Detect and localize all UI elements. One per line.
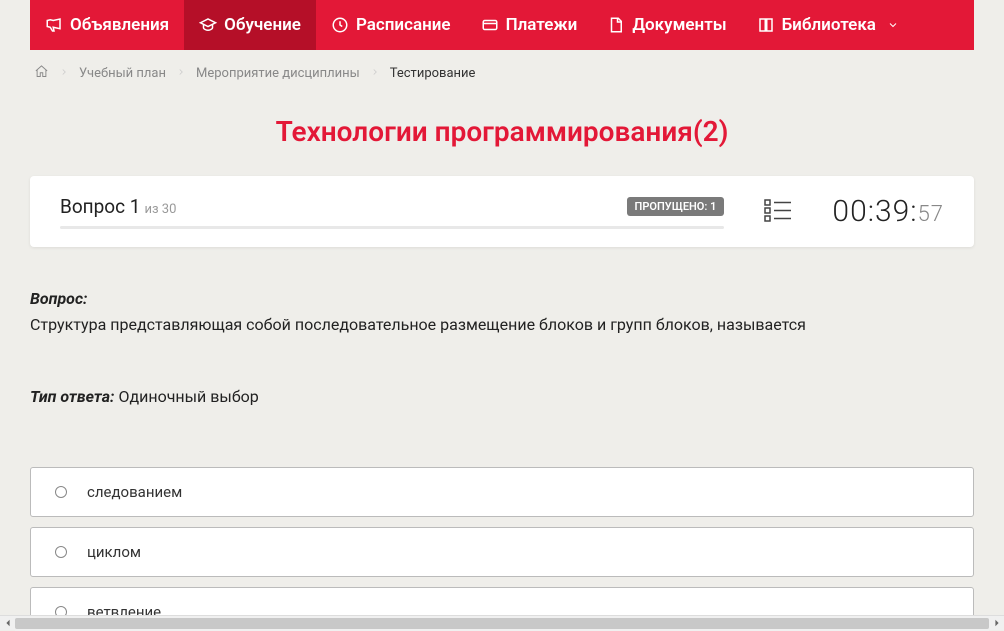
chevron-right-icon (370, 66, 380, 81)
nav-education[interactable]: Обучение (184, 0, 316, 50)
question-text: Структура представляющая собой последова… (30, 313, 974, 337)
chevron-right-icon (59, 66, 69, 81)
answer-option[interactable]: следованием (30, 467, 974, 517)
clock-icon (331, 16, 349, 34)
nav-label: Объявления (70, 15, 169, 35)
nav-payments[interactable]: Платежи (466, 0, 593, 50)
chevron-down-icon (887, 19, 899, 31)
answer-type-value: Одиночный выбор (114, 387, 258, 406)
question-list-button[interactable] (764, 198, 792, 226)
card-icon (481, 16, 499, 34)
main-nav: Объявления Обучение Расписание Платежи Д… (30, 0, 974, 50)
nav-label: Обучение (224, 15, 301, 35)
answer-text: ветвление (87, 603, 161, 615)
timer-main: 00:39: (832, 194, 917, 229)
megaphone-icon (45, 16, 63, 34)
grad-cap-icon (199, 16, 217, 34)
answer-list: следованием циклом ветвление (0, 409, 1004, 615)
nav-label: Платежи (506, 15, 578, 35)
question-label: Вопрос: (30, 289, 87, 308)
question-header-card: Вопрос 1 из 30 ПРОПУЩЕНО: 1 00:39:57 (30, 176, 974, 247)
nav-label: Расписание (356, 15, 451, 35)
page-title: Технологии программирования(2) (0, 97, 1004, 176)
doc-icon (607, 16, 625, 34)
answer-option[interactable]: циклом (30, 527, 974, 577)
progress-bar (60, 226, 724, 229)
question-body: Вопрос: Структура представляющая собой п… (0, 247, 1004, 409)
nav-documents[interactable]: Документы (592, 0, 741, 50)
breadcrumb-curriculum[interactable]: Учебный план (79, 66, 166, 81)
breadcrumb-current: Тестирование (390, 66, 476, 81)
breadcrumb-home[interactable] (34, 64, 49, 83)
breadcrumb: Учебный план Мероприятие дисциплины Тест… (0, 50, 1004, 97)
breadcrumb-discipline-event[interactable]: Мероприятие дисциплины (196, 66, 360, 81)
timer: 00:39:57 (832, 194, 944, 229)
radio-icon (55, 486, 67, 498)
scrollbar-track[interactable] (15, 616, 989, 631)
nav-schedule[interactable]: Расписание (316, 0, 466, 50)
scroll-right-button[interactable] (989, 616, 1004, 631)
nav-library[interactable]: Библиотека (742, 0, 914, 50)
scrollbar-thumb[interactable] (15, 618, 989, 629)
nav-label: Библиотека (782, 15, 876, 35)
question-number: Вопрос 1 (60, 195, 140, 218)
timer-seconds: 57 (918, 202, 944, 227)
radio-icon (55, 606, 67, 615)
scroll-left-button[interactable] (0, 616, 15, 631)
skipped-badge: ПРОПУЩЕНО: 1 (627, 197, 725, 216)
radio-icon (55, 546, 67, 558)
nav-announcements[interactable]: Объявления (30, 0, 184, 50)
question-total: из 30 (144, 202, 176, 217)
answer-text: циклом (87, 543, 141, 561)
book-icon (757, 16, 775, 34)
answer-type-label: Тип ответа: (30, 387, 114, 406)
horizontal-scrollbar[interactable] (0, 615, 1004, 630)
chevron-right-icon (176, 66, 186, 81)
nav-label: Документы (632, 15, 726, 35)
answer-text: следованием (87, 483, 182, 501)
answer-option[interactable]: ветвление (30, 587, 974, 615)
